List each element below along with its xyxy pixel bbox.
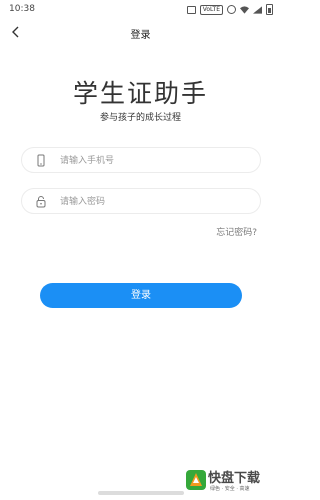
phone-icon bbox=[37, 154, 45, 167]
watermark-logo-icon bbox=[186, 470, 206, 490]
login-button[interactable]: 登录 bbox=[40, 283, 242, 308]
status-time: 10:38 bbox=[9, 4, 35, 14]
phone-input[interactable] bbox=[58, 151, 252, 171]
signal-icon bbox=[253, 5, 262, 14]
app-subtitle: 参与孩子的成长过程 bbox=[99, 113, 181, 123]
password-input[interactable] bbox=[58, 192, 252, 212]
vibrate-icon bbox=[227, 5, 236, 14]
forgot-password-link[interactable]: 忘记密码? bbox=[216, 225, 257, 238]
password-field[interactable] bbox=[21, 188, 261, 214]
watermark: 快盘下载 绿色 · 安全 · 高速 bbox=[185, 466, 277, 496]
watermark-brand: 快盘下载 bbox=[208, 471, 261, 486]
header: 登录 bbox=[0, 20, 281, 46]
status-bar: 10:38 VoLTE bbox=[0, 0, 281, 20]
phone-field[interactable] bbox=[21, 147, 261, 173]
nfc-icon bbox=[186, 5, 196, 14]
status-icons: VoLTE bbox=[186, 4, 273, 15]
battery-icon bbox=[266, 4, 273, 15]
wifi-icon bbox=[240, 5, 249, 14]
home-indicator bbox=[98, 491, 184, 495]
page-title: 登录 bbox=[130, 30, 151, 41]
app-title: 学生证助手 bbox=[72, 79, 208, 108]
watermark-tagline: 绿色 · 安全 · 高速 bbox=[210, 486, 250, 492]
lock-icon bbox=[36, 196, 46, 208]
volte-badge: VoLTE bbox=[199, 4, 223, 15]
